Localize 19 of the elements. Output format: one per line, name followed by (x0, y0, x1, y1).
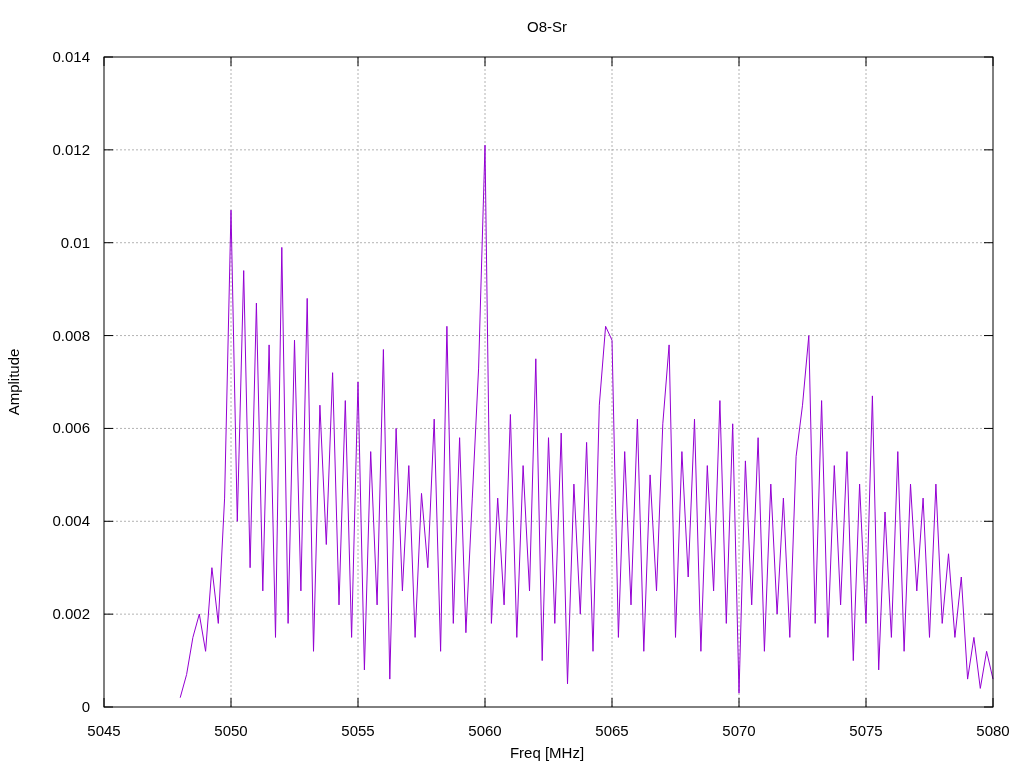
tick-label: 0 (81, 698, 90, 715)
axis-label: Freq [MHz] (509, 744, 585, 761)
tick-label: 5070 (722, 722, 756, 739)
tick-label: 0.01 (60, 233, 90, 251)
tick-label: 0.006 (52, 419, 90, 437)
tick-label: 5075 (849, 722, 883, 739)
tick-label: 5065 (595, 722, 629, 739)
axis-label: Amplitude (5, 348, 22, 416)
tick-label: 0.012 (52, 140, 90, 158)
chart-title: O8-Sr (527, 18, 567, 35)
tick-label: 5060 (468, 722, 502, 739)
tick-label: 5080 (976, 722, 1010, 739)
tick-label: 5045 (87, 722, 121, 739)
tick-label: 0.014 (52, 48, 90, 65)
tick-label: 0.002 (52, 605, 90, 623)
tick-label: 0.008 (52, 326, 90, 344)
tick-label: 0.004 (52, 512, 90, 530)
tick-label: 5055 (341, 722, 375, 739)
tick-label: 5050 (214, 722, 248, 739)
